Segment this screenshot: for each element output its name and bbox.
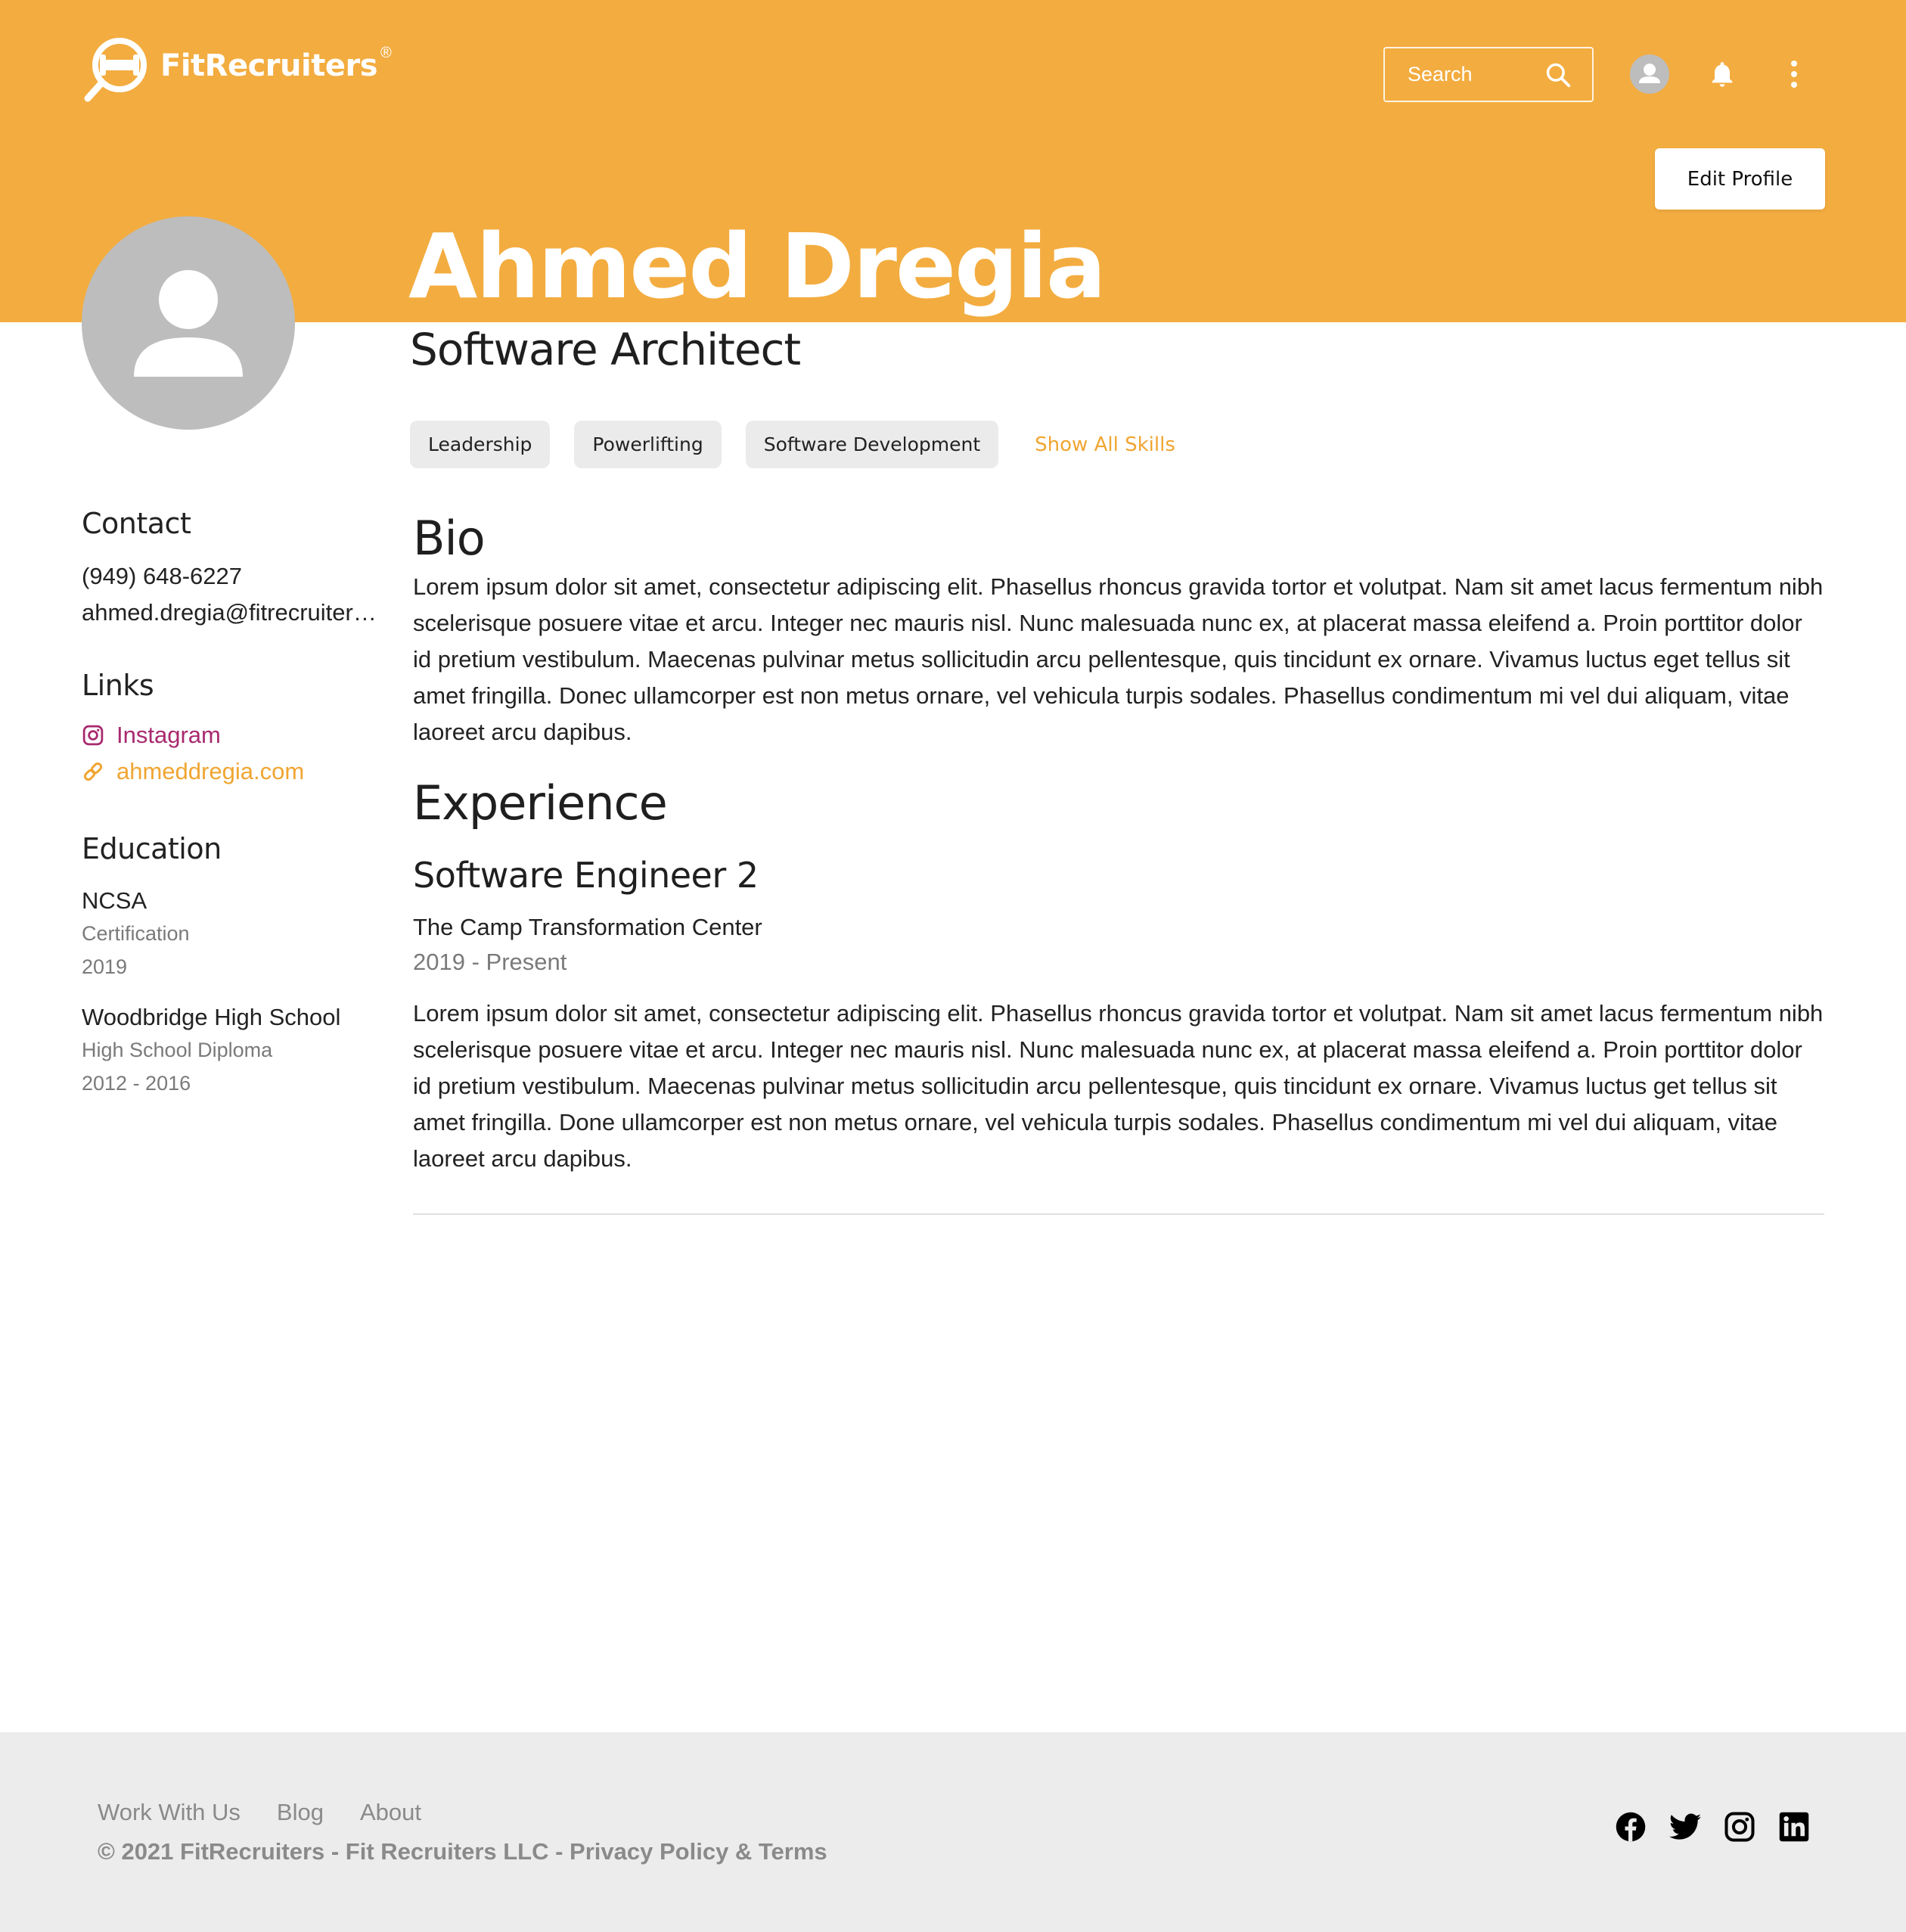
link-icon xyxy=(82,760,104,783)
more-options-icon[interactable] xyxy=(1774,54,1814,94)
experience-item: Software Engineer 2 The Camp Transformat… xyxy=(413,855,1824,1177)
education-school: Woodbridge High School xyxy=(82,1004,341,1030)
skill-chip[interactable]: Powerlifting xyxy=(574,421,722,468)
contact-email[interactable]: ahmed.dregia@fitrecruiters.com xyxy=(82,595,377,631)
education-degree: High School Diploma xyxy=(82,1039,273,1061)
user-icon xyxy=(1639,64,1660,83)
contact-heading: Contact xyxy=(82,507,191,540)
job-company: The Camp Transformation Center xyxy=(413,914,762,940)
profile-role: Software Architect xyxy=(410,324,801,375)
website-link-label[interactable]: ahmeddregia.com xyxy=(116,758,304,785)
education-school: NCSA xyxy=(82,887,147,914)
twitter-icon[interactable] xyxy=(1669,1810,1702,1843)
footer-link-about[interactable]: About xyxy=(360,1799,421,1826)
education-heading: Education xyxy=(82,832,222,865)
show-all-skills-link[interactable]: Show All Skills xyxy=(1035,433,1175,456)
social-links xyxy=(1614,1810,1832,1843)
experience-heading: Experience xyxy=(413,775,668,831)
education-item: Woodbridge High School High School Diplo… xyxy=(82,1002,384,1100)
footer-link-work-with-us[interactable]: Work With Us xyxy=(98,1799,241,1826)
notifications-bell-icon[interactable] xyxy=(1703,54,1742,94)
education-degree: Certification xyxy=(82,922,190,945)
link-instagram[interactable]: Instagram xyxy=(82,717,384,753)
contact-phone[interactable]: (949) 648-6227 xyxy=(82,558,377,595)
profile-name: Ahmed Dregia xyxy=(408,214,1107,318)
logo-magnifier-icon xyxy=(84,38,147,102)
profile-avatar xyxy=(82,216,295,430)
brand-logo[interactable]: FitRecruiters ® xyxy=(82,35,392,104)
education-years: 2012 - 2016 xyxy=(82,1072,191,1095)
education-item: NCSA Certification 2019 xyxy=(82,885,384,983)
job-description: Lorem ipsum dolor sit amet, consectetur … xyxy=(413,1000,1824,1172)
user-icon xyxy=(134,270,243,377)
instagram-link-label[interactable]: Instagram xyxy=(116,722,221,749)
job-title: Software Engineer 2 xyxy=(413,855,759,896)
bio-heading: Bio xyxy=(413,511,486,566)
bio-text: Lorem ipsum dolor sit amet, consectetur … xyxy=(413,573,1824,745)
facebook-icon[interactable] xyxy=(1614,1810,1647,1843)
instagram-icon[interactable] xyxy=(1723,1810,1756,1843)
profile-sidebar: Contact (949) 648-6227 ahmed.dregia@fitr… xyxy=(82,507,384,1100)
edit-profile-button[interactable]: Edit Profile xyxy=(1655,148,1825,210)
links-heading: Links xyxy=(82,669,154,702)
search-icon[interactable] xyxy=(1544,61,1572,89)
footer-link-blog[interactable]: Blog xyxy=(277,1799,324,1826)
account-avatar[interactable] xyxy=(1630,54,1669,94)
skills-row: Leadership Powerlifting Software Develop… xyxy=(410,421,1175,468)
copyright-text: © 2021 FitRecruiters - Fit Recruiters LL… xyxy=(98,1838,827,1865)
footer-nav: Work With Us Blog About xyxy=(98,1799,458,1826)
brand-name: FitRecruiters xyxy=(160,48,378,83)
search-box[interactable] xyxy=(1383,47,1594,102)
registered-mark: ® xyxy=(380,44,392,61)
instagram-icon xyxy=(82,724,104,747)
linkedin-icon[interactable] xyxy=(1777,1810,1811,1843)
search-input[interactable] xyxy=(1408,63,1544,86)
profile-main: Bio Lorem ipsum dolor sit amet, consecte… xyxy=(413,508,1824,1215)
skill-chip[interactable]: Leadership xyxy=(410,421,551,468)
education-years: 2019 xyxy=(82,955,128,978)
job-dates: 2019 - Present xyxy=(413,949,567,975)
skill-chip[interactable]: Software Development xyxy=(745,421,999,468)
link-website[interactable]: ahmeddregia.com xyxy=(82,753,384,790)
section-divider xyxy=(413,1213,1824,1215)
